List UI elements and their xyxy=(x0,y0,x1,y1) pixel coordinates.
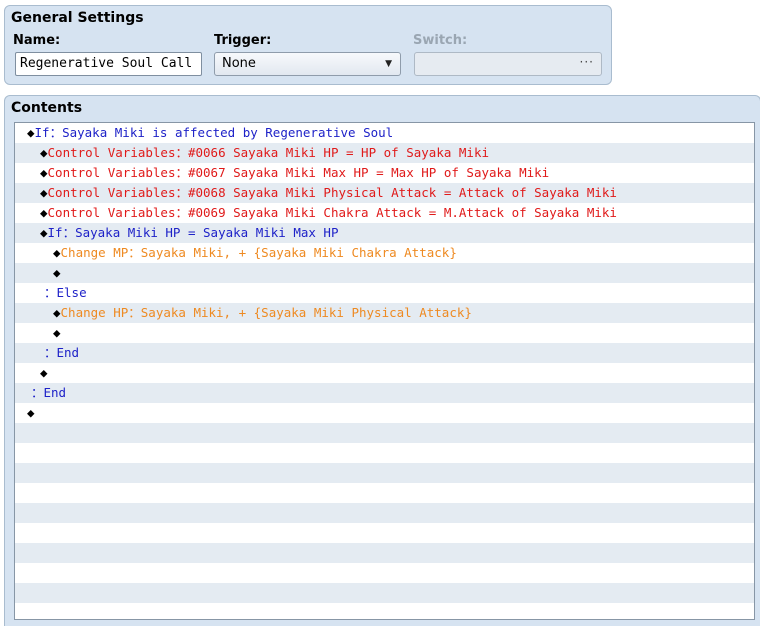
command-text: Change HP：Sayaka Miki, + {Sayaka Miki Ph… xyxy=(60,305,472,320)
empty-row[interactable] xyxy=(15,543,754,563)
command-text: ：End xyxy=(31,385,67,400)
command-row[interactable]: ◆Control Variables：#0066 Sayaka Miki HP … xyxy=(15,143,754,163)
command-diamond-icon: ◆ xyxy=(40,225,48,240)
command-line: ◆ xyxy=(27,403,35,423)
empty-row[interactable] xyxy=(15,503,754,523)
general-settings-title: General Settings xyxy=(11,10,144,26)
command-row[interactable]: ◆Control Variables：#0067 Sayaka Miki Max… xyxy=(15,163,754,183)
command-diamond-icon: ◆ xyxy=(40,205,48,220)
command-diamond-icon: ◆ xyxy=(40,145,48,160)
command-row[interactable]: ◆If：Sayaka Miki HP = Sayaka Miki Max HP xyxy=(15,223,754,243)
command-line: ◆Control Variables：#0069 Sayaka Miki Cha… xyxy=(40,203,617,223)
trigger-select[interactable]: None ▼ xyxy=(214,52,401,76)
command-row[interactable]: ◆Change HP：Sayaka Miki, + {Sayaka Miki P… xyxy=(15,303,754,323)
empty-row[interactable] xyxy=(15,603,754,619)
command-row[interactable]: ：Else xyxy=(15,283,754,303)
empty-row[interactable] xyxy=(15,583,754,603)
empty-row[interactable] xyxy=(15,423,754,443)
switch-field: ··· xyxy=(414,52,602,76)
command-text: ：Else xyxy=(44,285,87,300)
command-line: ◆If：Sayaka Miki is affected by Regenerat… xyxy=(27,123,393,143)
chevron-down-icon: ▼ xyxy=(385,59,392,69)
name-label: Name: xyxy=(13,33,61,48)
command-diamond-icon: ◆ xyxy=(27,125,35,140)
command-diamond-icon: ◆ xyxy=(27,405,35,420)
command-text: Control Variables：#0066 Sayaka Miki HP =… xyxy=(47,145,489,160)
command-diamond-icon: ◆ xyxy=(53,265,61,280)
name-input[interactable]: Regenerative Soul Call xyxy=(15,52,202,76)
command-diamond-icon: ◆ xyxy=(53,245,61,260)
command-row[interactable]: ：End xyxy=(15,343,754,363)
command-row[interactable]: ◆ xyxy=(15,263,754,283)
command-diamond-icon: ◆ xyxy=(40,185,48,200)
command-diamond-icon: ◆ xyxy=(53,325,61,340)
command-diamond-icon: ◆ xyxy=(53,305,61,320)
command-line: ◆ xyxy=(53,323,61,343)
command-line: ◆ xyxy=(40,363,48,383)
contents-panel: Contents ◆If：Sayaka Miki is affected by … xyxy=(4,95,760,626)
empty-row[interactable] xyxy=(15,563,754,583)
command-row[interactable]: ◆ xyxy=(15,323,754,343)
command-line: ◆ xyxy=(53,263,61,283)
command-text: If：Sayaka Miki is affected by Regenerati… xyxy=(34,125,394,140)
command-line: ◆Change MP：Sayaka Miki, + {Sayaka Miki C… xyxy=(53,243,457,263)
switch-browse-button: ··· xyxy=(579,55,594,69)
trigger-label: Trigger: xyxy=(214,33,272,48)
command-line: ◆If：Sayaka Miki HP = Sayaka Miki Max HP xyxy=(40,223,338,243)
command-text: ：End xyxy=(44,345,80,360)
command-text: Control Variables：#0068 Sayaka Miki Phys… xyxy=(47,185,617,200)
command-text: Control Variables：#0067 Sayaka Miki Max … xyxy=(47,165,550,180)
switch-label: Switch: xyxy=(413,33,468,48)
command-line: ◆Control Variables：#0067 Sayaka Miki Max… xyxy=(40,163,549,183)
command-row[interactable]: ◆Control Variables：#0068 Sayaka Miki Phy… xyxy=(15,183,754,203)
command-line: ：End xyxy=(44,343,79,363)
empty-row[interactable] xyxy=(15,483,754,503)
empty-row[interactable] xyxy=(15,443,754,463)
command-diamond-icon: ◆ xyxy=(40,365,48,380)
command-line: ◆Control Variables：#0068 Sayaka Miki Phy… xyxy=(40,183,617,203)
command-row[interactable]: ◆If：Sayaka Miki is affected by Regenerat… xyxy=(15,123,754,143)
empty-row[interactable] xyxy=(15,523,754,543)
trigger-value: None xyxy=(222,56,256,71)
command-row[interactable]: ：End xyxy=(15,383,754,403)
contents-title: Contents xyxy=(11,100,83,116)
command-text: If：Sayaka Miki HP = Sayaka Miki Max HP xyxy=(47,225,339,240)
command-row[interactable]: ◆ xyxy=(15,403,754,423)
command-line: ◆Change HP：Sayaka Miki, + {Sayaka Miki P… xyxy=(53,303,472,323)
command-text: Change MP：Sayaka Miki, + {Sayaka Miki Ch… xyxy=(60,245,457,260)
command-row[interactable]: ◆ xyxy=(15,363,754,383)
command-line: ：Else xyxy=(44,283,87,303)
empty-row[interactable] xyxy=(15,463,754,483)
command-row[interactable]: ◆Change MP：Sayaka Miki, + {Sayaka Miki C… xyxy=(15,243,754,263)
general-settings-panel: General Settings Name: Regenerative Soul… xyxy=(4,5,612,85)
command-row[interactable]: ◆Control Variables：#0069 Sayaka Miki Cha… xyxy=(15,203,754,223)
command-line: ◆Control Variables：#0066 Sayaka Miki HP … xyxy=(40,143,489,163)
command-diamond-icon: ◆ xyxy=(40,165,48,180)
command-text: Control Variables：#0069 Sayaka Miki Chak… xyxy=(47,205,617,220)
command-line: ：End xyxy=(31,383,66,403)
event-command-list[interactable]: ◆If：Sayaka Miki is affected by Regenerat… xyxy=(14,122,755,620)
